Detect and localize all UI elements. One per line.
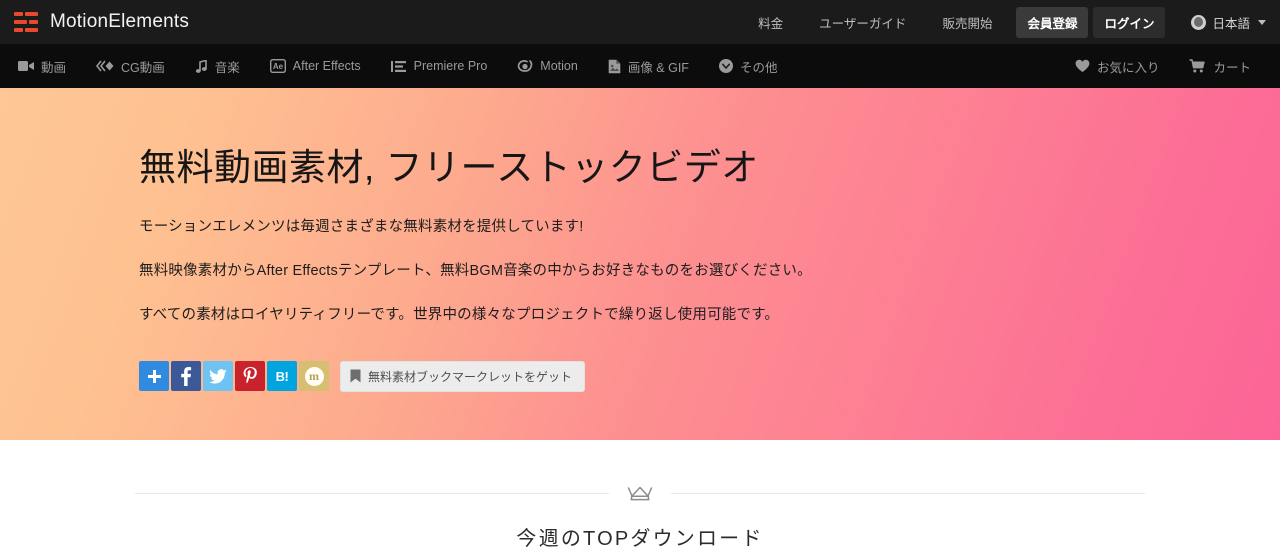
bookmarklet-button[interactable]: 無料素材ブックマークレットをゲット — [340, 360, 586, 392]
nav-label: Premiere Pro — [413, 59, 488, 73]
language-selector[interactable]: 日本語 — [1191, 13, 1266, 32]
share-facebook-button[interactable] — [171, 361, 201, 392]
section-divider — [135, 482, 1145, 505]
section-title: 今週のTOPダウンロード — [516, 528, 764, 547]
share-hatena-button[interactable]: B! — [267, 361, 297, 392]
shopping-cart-icon — [1189, 59, 1206, 73]
nav-label: 音楽 — [214, 60, 240, 75]
brand-logo[interactable]: MotionElements — [14, 11, 189, 33]
topnav-pricing[interactable]: 料金 — [740, 13, 801, 32]
share-twitter-button[interactable] — [203, 361, 233, 392]
hero-heading: 無料動画素材, フリーストックビデオ — [139, 147, 759, 188]
nav-label: 動画 — [41, 60, 67, 75]
brand-name: MotionElements — [50, 11, 190, 32]
chevron-down-icon — [1258, 19, 1266, 25]
nav-label: CG動画 — [121, 60, 165, 75]
nav-premiere-pro[interactable]: Premiere Pro — [376, 59, 503, 73]
share-mixi-button[interactable]: m — [299, 361, 329, 392]
heart-icon — [1075, 59, 1090, 73]
top-bar: MotionElements 料金 ユーザーガイド 販売開始 会員登録 ログイン… — [0, 0, 1280, 44]
motionelements-logo-icon — [14, 12, 40, 32]
share-addthis-button[interactable] — [139, 361, 169, 392]
nav-more[interactable]: その他 — [704, 57, 793, 76]
crown-icon — [609, 484, 671, 507]
favorites-label: お気に入り — [1096, 60, 1160, 75]
nav-image-gif[interactable]: 画像 & GIF — [593, 57, 704, 76]
top-navigation: 料金 ユーザーガイド 販売開始 会員登録 ログイン 日本語 — [740, 6, 1266, 38]
video-camera-icon — [18, 60, 34, 72]
share-button-group: B! m 無料素材ブックマークレットをゲット — [139, 360, 1280, 392]
nav-label: その他 — [739, 60, 778, 75]
hero-paragraph-2: 無料映像素材からAfter Effectsテンプレート、無料BGM音楽の中からお… — [139, 263, 812, 280]
topnav-start-selling[interactable]: 販売開始 — [924, 13, 1010, 32]
svg-text:Ae: Ae — [273, 62, 284, 71]
language-label: 日本語 — [1212, 16, 1250, 31]
music-note-icon — [195, 59, 208, 73]
signup-button[interactable]: 会員登録 — [1016, 6, 1089, 38]
share-pinterest-button[interactable] — [235, 361, 265, 392]
login-button[interactable]: ログイン — [1093, 6, 1166, 38]
divider-line-right — [671, 493, 1145, 494]
cart-link[interactable]: カート — [1174, 57, 1266, 76]
nav-video[interactable]: 動画 — [14, 57, 81, 76]
nav-cg-video[interactable]: CG動画 — [81, 57, 180, 76]
cg-diamond-icon — [96, 60, 114, 72]
nav-label: After Effects — [292, 59, 361, 73]
nav-label: Motion — [540, 59, 578, 73]
bookmark-icon — [350, 369, 361, 383]
topnav-user-guide[interactable]: ユーザーガイド — [801, 13, 924, 32]
favorites-link[interactable]: お気に入り — [1071, 57, 1175, 76]
premiere-pro-icon — [390, 60, 407, 73]
top-downloads-section: 今週のTOPダウンロード — [0, 440, 1280, 547]
mixi-glyph: m — [304, 366, 324, 386]
after-effects-icon: Ae — [269, 59, 286, 73]
main-navigation: 動画 CG動画 音楽 Ae After Effects Premiere Pro… — [0, 44, 1280, 88]
motion-swirl-icon — [517, 59, 533, 73]
hero-banner: 無料動画素材, フリーストックビデオ モーションエレメンツは毎週さまざまな無料素… — [0, 88, 1280, 440]
hero-paragraph-1: モーションエレメンツは毎週さまざまな無料素材を提供しています! — [139, 219, 584, 236]
nav-motion[interactable]: Motion — [502, 59, 593, 73]
nav-music[interactable]: 音楽 — [180, 57, 255, 76]
cart-label: カート — [1213, 60, 1251, 75]
nav-after-effects[interactable]: Ae After Effects — [255, 59, 376, 73]
image-file-icon — [608, 59, 621, 74]
divider-line-left — [135, 493, 609, 494]
chevron-down-circle-icon — [718, 59, 733, 73]
bookmarklet-label: 無料素材ブックマークレットをゲット — [368, 369, 573, 384]
main-navigation-right: お気に入り カート — [1071, 57, 1266, 76]
nav-label: 画像 & GIF — [627, 60, 689, 75]
globe-icon — [1191, 14, 1207, 30]
hero-paragraph-3: すべての素材はロイヤリティフリーです。世界中の様々なプロジェクトで繰り返し使用可… — [139, 306, 780, 323]
